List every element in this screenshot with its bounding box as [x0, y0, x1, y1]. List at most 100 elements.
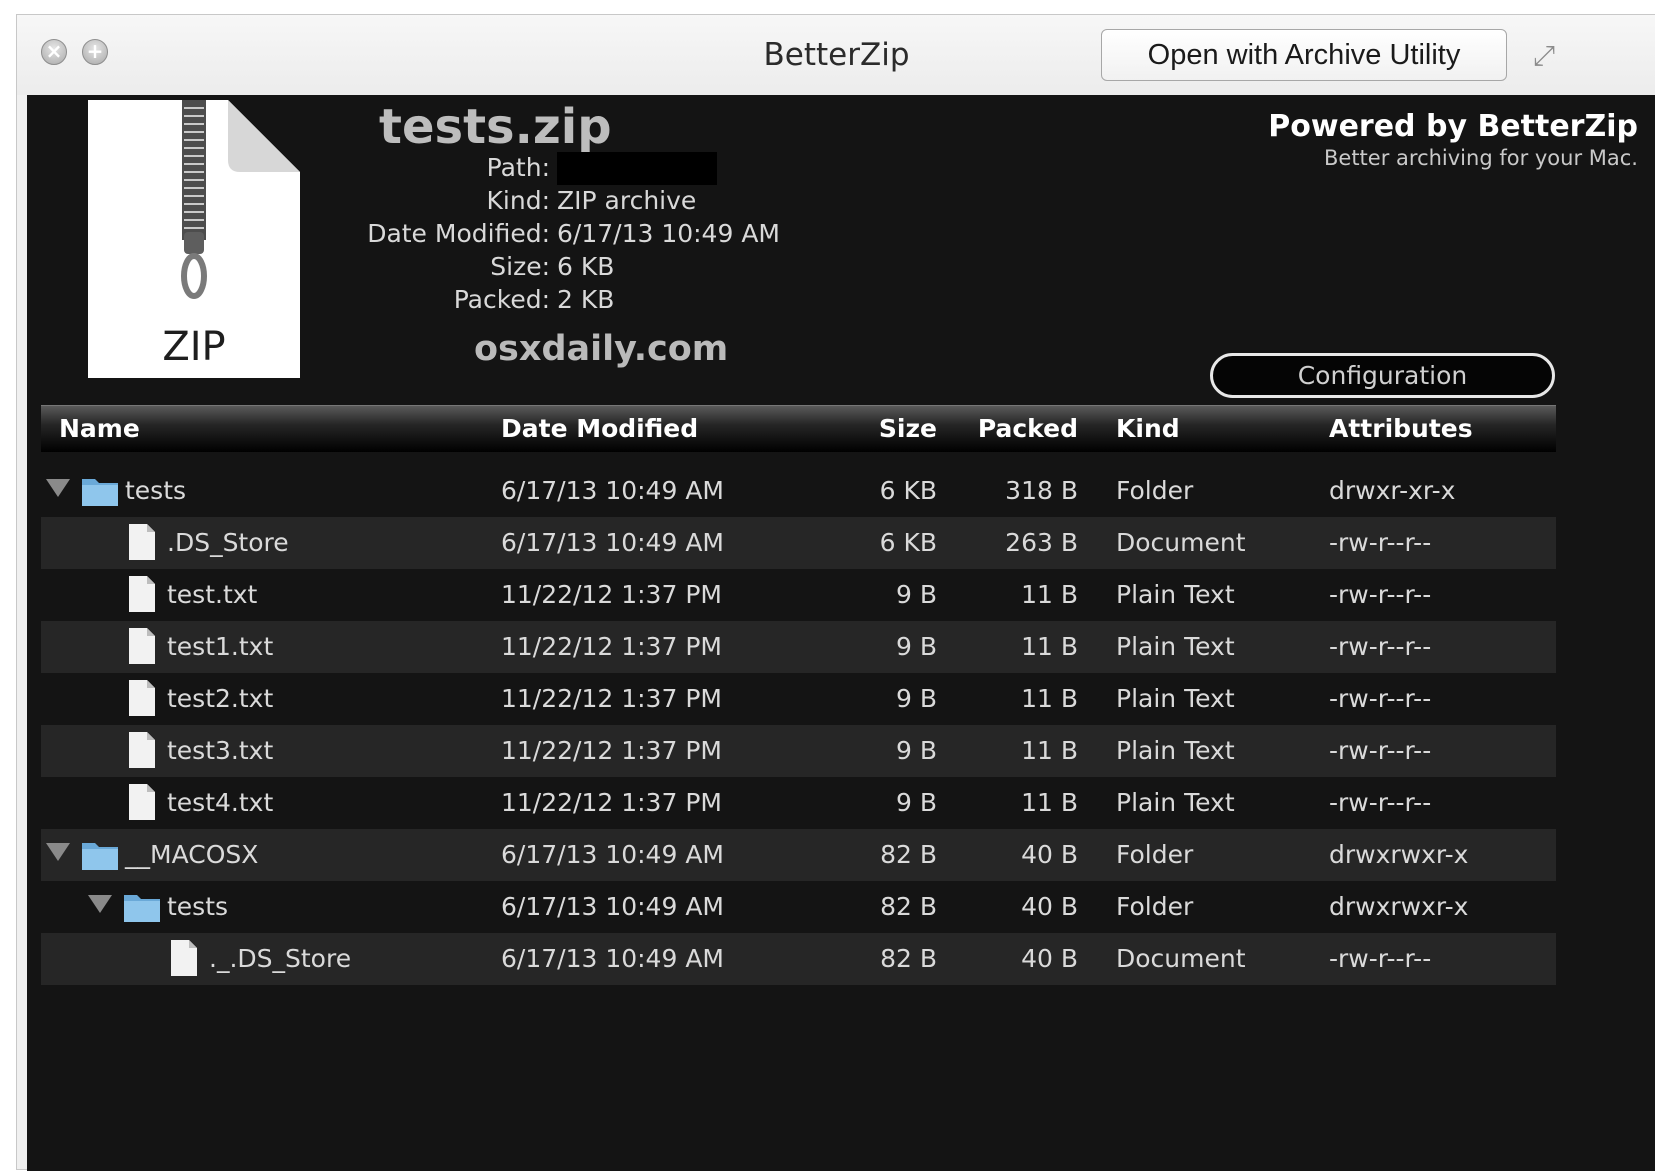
column-header-kind[interactable]: Kind — [1116, 414, 1180, 443]
file-name: tests — [125, 476, 187, 505]
packed-size: 40 B — [1021, 944, 1078, 973]
watermark: osxdaily.com — [474, 329, 729, 369]
file-size: 6 KB — [879, 476, 937, 505]
file-attributes: drwxr-xr-x — [1329, 476, 1456, 505]
packed-label: Packed: — [453, 285, 550, 314]
file-name: test3.txt — [167, 736, 274, 765]
file-kind: Folder — [1116, 892, 1194, 921]
packed-size: 11 B — [1021, 632, 1078, 661]
date-modified: 6/17/13 10:49 AM — [501, 892, 724, 921]
open-with-archive-utility-button[interactable]: Open with Archive Utility — [1101, 29, 1507, 81]
column-header-attributes[interactable]: Attributes — [1329, 414, 1473, 443]
table-header: Name Date Modified Size Packed Kind Attr… — [41, 405, 1556, 452]
file-size: 9 B — [895, 632, 937, 661]
powered-by-title: Powered by BetterZip — [1268, 109, 1638, 144]
file-attributes: -rw-r--r-- — [1329, 632, 1432, 661]
table-row[interactable]: tests 6/17/13 10:49 AM 82 B 40 B Folder drwxr… — [41, 881, 1556, 933]
file-attributes: -rw-r--r-- — [1329, 736, 1432, 765]
table-row[interactable]: test3.txt 11/22/12 1:37 PM 9 B 11 B Plain Te… — [41, 725, 1556, 777]
path-row: Path: — [27, 153, 550, 183]
zip-icon-label: ZIP — [162, 324, 226, 370]
branding: Powered by BetterZip Better archiving fo… — [1268, 109, 1638, 170]
kind-value: ZIP archive — [557, 186, 697, 215]
fullscreen-icon[interactable]: ⤢ — [1527, 39, 1561, 73]
table-row[interactable]: test1.txt 11/22/12 1:37 PM 9 B 11 B Plain Te… — [41, 621, 1556, 673]
kind-label: Kind: — [486, 186, 550, 215]
table-row[interactable]: test4.txt 11/22/12 1:37 PM 9 B 11 B Plain Te… — [41, 777, 1556, 829]
packed-size: 11 B — [1021, 736, 1078, 765]
document-icon — [171, 940, 197, 976]
file-size: 9 B — [895, 736, 937, 765]
path-label: Path: — [486, 153, 550, 182]
file-attributes: -rw-r--r-- — [1329, 788, 1432, 817]
size-row: Size: — [27, 252, 550, 282]
column-header-name[interactable]: Name — [59, 414, 140, 443]
configuration-button[interactable]: Configuration — [1210, 353, 1555, 398]
column-header-packed[interactable]: Packed — [971, 414, 1078, 443]
document-icon — [129, 628, 155, 664]
path-redaction — [557, 152, 717, 185]
packed-row: Packed: — [27, 285, 550, 315]
file-name: .DS_Store — [167, 528, 289, 557]
packed-size: 40 B — [1021, 892, 1078, 921]
file-attributes: -rw-r--r-- — [1329, 944, 1432, 973]
date-modified: 11/22/12 1:37 PM — [501, 788, 722, 817]
size-value: 6 KB — [557, 252, 615, 281]
date-modified: 11/22/12 1:37 PM — [501, 632, 722, 661]
file-attributes: -rw-r--r-- — [1329, 528, 1432, 557]
packed-size: 40 B — [1021, 840, 1078, 869]
date-label: Date Modified: — [367, 219, 550, 248]
file-name: test4.txt — [167, 788, 274, 817]
file-size: 9 B — [895, 580, 937, 609]
date-row: Date Modified: — [27, 219, 550, 249]
column-header-size[interactable]: Size — [861, 414, 937, 443]
file-attributes: -rw-r--r-- — [1329, 580, 1432, 609]
file-name: ._.DS_Store — [209, 944, 352, 973]
file-size: 82 B — [880, 944, 937, 973]
table-row[interactable]: .DS_Store 6/17/13 10:49 AM 6 KB 263 B Docume… — [41, 517, 1556, 569]
folder-icon — [82, 843, 118, 870]
document-icon — [129, 576, 155, 612]
file-attributes: -rw-r--r-- — [1329, 684, 1432, 713]
disclosure-triangle-icon[interactable] — [46, 479, 70, 497]
date-modified: 6/17/13 10:49 AM — [501, 476, 724, 505]
table-row[interactable]: test2.txt 11/22/12 1:37 PM 9 B 11 B Plain Te… — [41, 673, 1556, 725]
table-row[interactable]: ._.DS_Store 6/17/13 10:49 AM 82 B 40 B Docum… — [41, 933, 1556, 985]
table-row[interactable]: test.txt 11/22/12 1:37 PM 9 B 11 B Plain Tex… — [41, 569, 1556, 621]
powered-by-subtitle: Better archiving for your Mac. — [1324, 146, 1638, 170]
packed-value: 2 KB — [557, 285, 615, 314]
document-icon — [129, 732, 155, 768]
date-modified: 6/17/13 10:49 AM — [501, 840, 724, 869]
packed-size: 11 B — [1021, 580, 1078, 609]
file-size: 9 B — [895, 684, 937, 713]
date-modified: 6/17/13 10:49 AM — [501, 528, 724, 557]
document-icon — [129, 784, 155, 820]
packed-size: 263 B — [1005, 528, 1078, 557]
date-value: 6/17/13 10:49 AM — [557, 219, 780, 248]
file-kind: Plain Text — [1116, 580, 1235, 609]
date-modified: 11/22/12 1:37 PM — [501, 580, 722, 609]
preview-panel: ZIP tests.zip Path: Kind: ZIP archive Da… — [27, 95, 1655, 1171]
file-name: tests — [167, 892, 229, 921]
table-row[interactable]: __MACOSX 6/17/13 10:49 AM 82 B 40 B Folder dr… — [41, 829, 1556, 881]
archive-name: tests.zip — [379, 99, 612, 155]
file-kind: Plain Text — [1116, 788, 1235, 817]
file-kind: Document — [1116, 528, 1246, 557]
document-icon — [129, 680, 155, 716]
file-attributes: drwxrwxr-x — [1329, 840, 1469, 869]
file-name: test1.txt — [167, 632, 274, 661]
folder-icon — [124, 895, 160, 922]
title-bar: × + BetterZip Open with Archive Utility … — [17, 15, 1655, 95]
table-row[interactable]: tests 6/17/13 10:49 AM 6 KB 318 B Folder drwx… — [41, 465, 1556, 517]
disclosure-triangle-icon[interactable] — [88, 895, 112, 913]
file-kind: Document — [1116, 944, 1246, 973]
disclosure-triangle-icon[interactable] — [46, 843, 70, 861]
file-kind: Folder — [1116, 476, 1194, 505]
file-kind: Plain Text — [1116, 736, 1235, 765]
packed-size: 318 B — [1005, 476, 1078, 505]
column-header-date[interactable]: Date Modified — [501, 414, 698, 443]
file-attributes: drwxrwxr-x — [1329, 892, 1469, 921]
date-modified: 11/22/12 1:37 PM — [501, 736, 722, 765]
file-size: 82 B — [880, 840, 937, 869]
kind-row: Kind: — [27, 186, 550, 216]
